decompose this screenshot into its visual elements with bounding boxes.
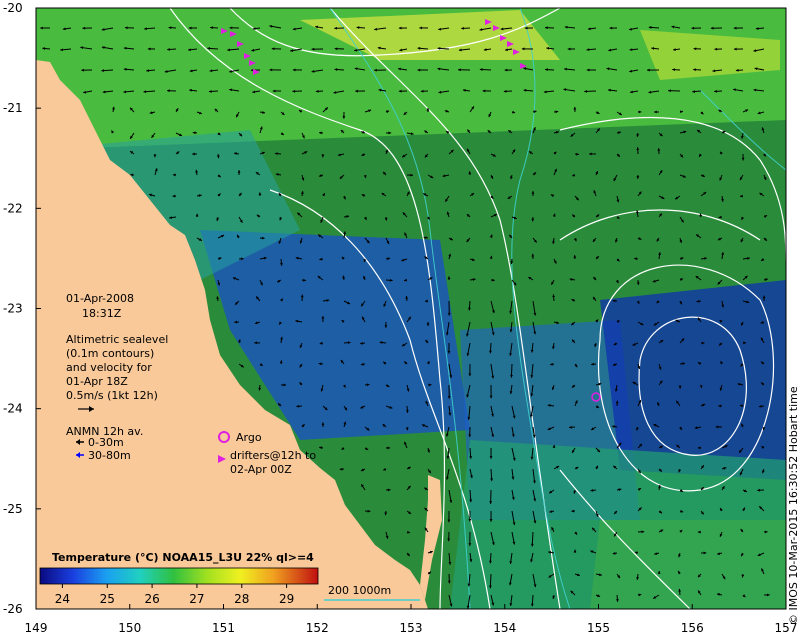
lat-tick-label: -22 bbox=[3, 201, 23, 215]
scale-label: 0.5m/s (1kt 12h) bbox=[66, 389, 158, 402]
colorbar-title: Temperature (°C) NOAA15_L3U 22% ql>=4 bbox=[52, 551, 314, 564]
lat-tick-label: -25 bbox=[3, 502, 23, 516]
drifter-line-1: drifters@12h to bbox=[230, 449, 316, 462]
anmn-label-0: 0-30m bbox=[88, 436, 124, 449]
map-area bbox=[36, 8, 786, 609]
altimetry-line-4: 01-Apr 18Z bbox=[66, 375, 128, 388]
credit-text: © IMOS 10-Mar-2015 16:30:52 Hobart time bbox=[787, 386, 800, 625]
colorbar-tick-label: 29 bbox=[279, 592, 294, 606]
time-label: 18:31Z bbox=[82, 307, 122, 320]
lon-tick-label: 156 bbox=[681, 621, 704, 635]
latitude-axis: -20 -21 -22 -23 -24 -25 -26 bbox=[3, 1, 41, 616]
lat-tick-label: -26 bbox=[3, 602, 23, 616]
colorbar-tick-label: 27 bbox=[189, 592, 204, 606]
lon-tick-label: 149 bbox=[25, 621, 48, 635]
altimetry-line-3: and velocity for bbox=[66, 361, 152, 374]
argo-label: Argo bbox=[236, 431, 262, 444]
anmn-label-1: 30-80m bbox=[88, 449, 131, 462]
colorbar-tick-label: 28 bbox=[234, 592, 249, 606]
lon-tick-label: 150 bbox=[118, 621, 141, 635]
colorbar-tick-label: 24 bbox=[55, 592, 70, 606]
warm-water-region-south bbox=[590, 520, 786, 609]
colorbar-gradient bbox=[39, 567, 319, 585]
date-label: 01-Apr-2008 bbox=[66, 292, 134, 305]
lon-tick-label: 153 bbox=[400, 621, 423, 635]
lat-tick-label: -24 bbox=[3, 402, 23, 416]
lon-tick-label: 151 bbox=[212, 621, 235, 635]
drifter-line-2: 02-Apr 00Z bbox=[230, 463, 292, 476]
lon-tick-label: 152 bbox=[306, 621, 329, 635]
lat-tick-label: -23 bbox=[3, 302, 23, 316]
lat-tick-label: -21 bbox=[3, 101, 23, 115]
bathymetry-legend-label: 200 1000m bbox=[328, 584, 391, 597]
lon-tick-label: 154 bbox=[493, 621, 516, 635]
lon-tick-label: 155 bbox=[587, 621, 610, 635]
altimetry-line-2: (0.1m contours) bbox=[66, 347, 154, 360]
map-figure: -20 -21 -22 -23 -24 -25 -26 149 150 151 152 153 154… bbox=[3, 1, 800, 635]
colorbar-tick-label: 26 bbox=[144, 592, 159, 606]
altimetry-line-1: Altimetric sealevel bbox=[66, 333, 168, 346]
colorbar-tick-label: 25 bbox=[100, 592, 115, 606]
lat-tick-label: -20 bbox=[3, 1, 23, 15]
